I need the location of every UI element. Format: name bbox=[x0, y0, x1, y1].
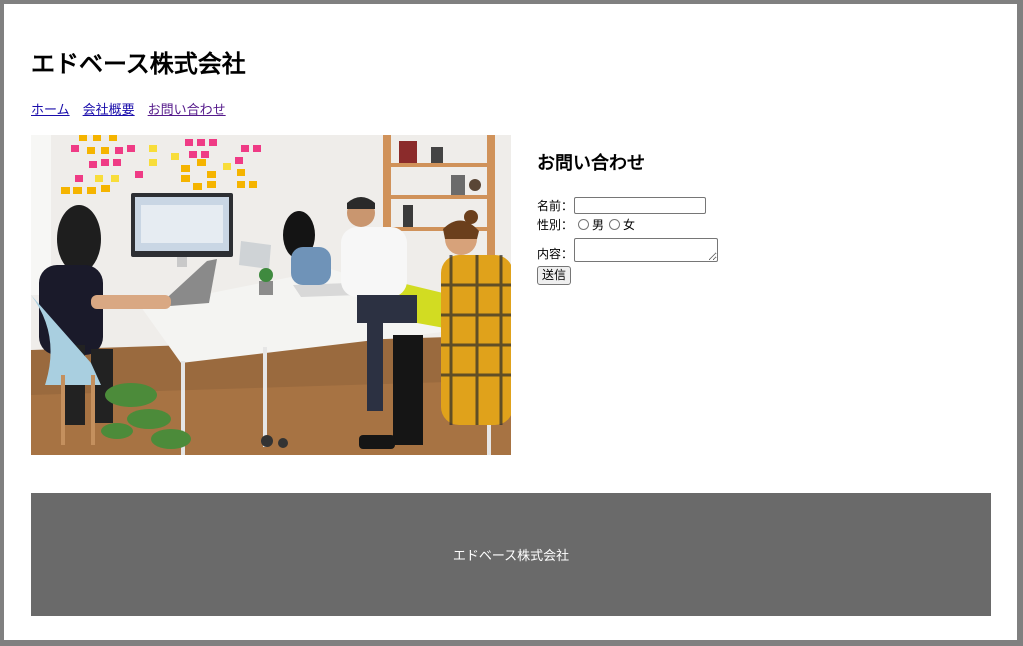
nav-link-home[interactable]: ホーム bbox=[31, 102, 70, 120]
meeting-photo-illustration bbox=[31, 135, 511, 455]
footer-text: エドベース株式会社 bbox=[452, 549, 570, 564]
footer: エドベース株式会社 bbox=[31, 493, 991, 616]
name-label: 名前： bbox=[537, 199, 574, 213]
nav-link-contact[interactable]: お問い合わせ bbox=[148, 102, 226, 120]
gender-female-label[interactable]: 女 bbox=[623, 216, 635, 233]
contact-form: お問い合わせ 名前： 性別： 男 女 内容： 送信 bbox=[537, 152, 777, 285]
gender-male-label[interactable]: 男 bbox=[592, 216, 604, 233]
gender-male-radio[interactable] bbox=[578, 219, 590, 230]
content-row: 内容： bbox=[537, 236, 777, 262]
gender-female-radio[interactable] bbox=[609, 219, 621, 230]
contact-heading: お問い合わせ bbox=[537, 153, 645, 174]
nav-link-company[interactable]: 会社概要 bbox=[83, 102, 135, 120]
page: エドベース株式会社 ホーム 会社概要 お問い合わせ お問い合わせ 名前： 性別：… bbox=[4, 4, 1017, 640]
submit-button[interactable]: 送信 bbox=[537, 266, 572, 285]
main-nav: ホーム 会社概要 お問い合わせ bbox=[31, 102, 226, 120]
content-label: 内容： bbox=[537, 247, 574, 261]
name-row: 名前： bbox=[537, 196, 777, 215]
name-input[interactable] bbox=[574, 197, 707, 214]
gender-row: 性別： 男 女 bbox=[537, 215, 777, 234]
gender-label: 性別： bbox=[537, 218, 574, 232]
site-title: エドベース株式会社 bbox=[31, 50, 246, 78]
hero-meeting-photo bbox=[31, 135, 511, 455]
content-textarea[interactable] bbox=[574, 238, 719, 262]
